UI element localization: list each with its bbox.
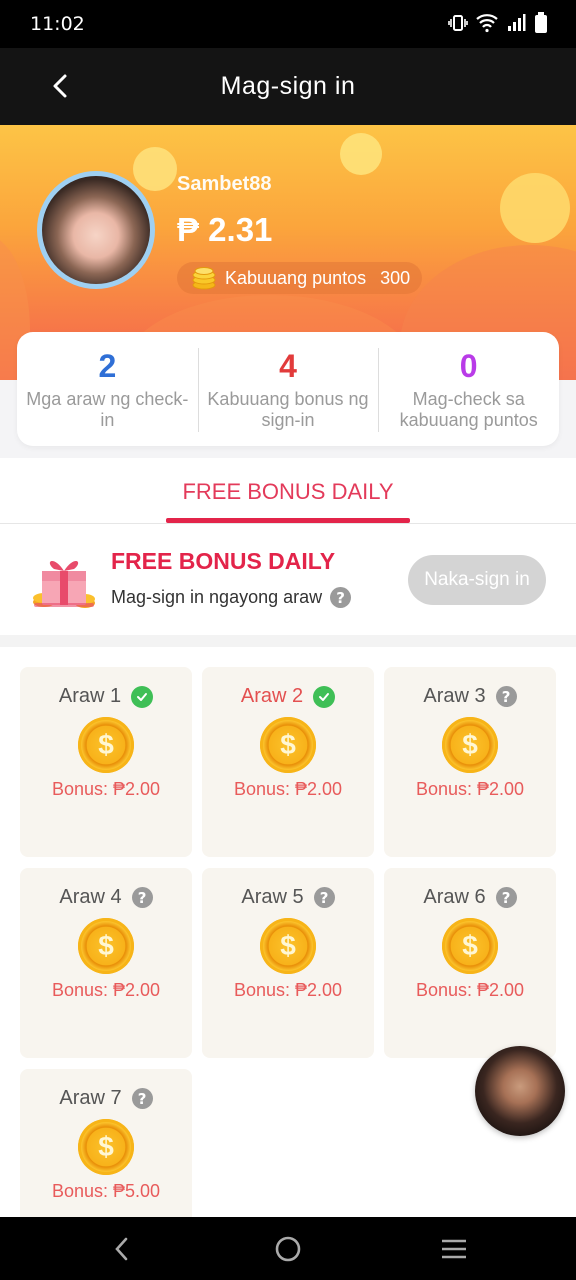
day-header: Araw 2 (202, 685, 374, 708)
day-card-2[interactable]: Araw 2 $ Bonus: ₱2.00 (202, 667, 374, 857)
day-card-4[interactable]: Araw 4 ? $ Bonus: ₱2.00 (20, 868, 192, 1058)
day-bonus: Bonus: ₱2.00 (51, 980, 161, 1000)
bonus-subtitle: Mag-sign in ngayong araw ? (111, 587, 352, 608)
days-grid: Araw 1 $ Bonus: ₱2.00 Araw 2 $ Bonus: ₱2… (0, 647, 576, 1259)
coin-icon: $ (442, 918, 498, 974)
tab-free-bonus-daily[interactable]: FREE BONUS DAILY (0, 479, 576, 505)
day-label: Araw 7 (59, 1087, 122, 1109)
points-value: 300 (380, 267, 411, 288)
day-header: Araw 5 ? (202, 886, 374, 909)
coins-stack-icon (192, 267, 216, 290)
help-icon[interactable]: ? (131, 887, 153, 908)
day-bonus: Bonus: ₱2.00 (415, 980, 525, 1000)
day-card-1[interactable]: Araw 1 $ Bonus: ₱2.00 (20, 667, 192, 857)
vibrate-icon (448, 15, 468, 31)
tab-indicator (166, 518, 410, 523)
stats-card: 2 Mga araw ng check-in 4 Kabuuang bonus … (17, 332, 559, 446)
status-time: 11:02 (30, 13, 85, 35)
nav-home-button[interactable] (270, 1231, 306, 1267)
decorative-circle (340, 133, 382, 175)
day-bonus: Bonus: ₱2.00 (233, 980, 343, 1000)
help-icon[interactable]: ? (313, 887, 335, 908)
points-badge: Kabuuang puntos 300 (177, 262, 423, 294)
coin-icon: $ (78, 717, 134, 773)
app-header: Mag-sign in (0, 48, 576, 125)
day-label: Araw 5 (241, 886, 304, 908)
bonus-subtitle-text: Mag-sign in ngayong araw (111, 587, 323, 607)
coin-icon: $ (260, 918, 316, 974)
check-icon (313, 685, 336, 708)
nav-back-button[interactable] (104, 1231, 140, 1267)
day-bonus: Bonus: ₱2.00 (415, 779, 525, 799)
help-icon[interactable]: ? (131, 1088, 153, 1109)
help-icon[interactable]: ? (495, 686, 517, 707)
stat-total-bonus: 4 Kabuuang bonus ng sign-in (197, 332, 379, 446)
stat-value: 2 (98, 348, 117, 384)
bonus-title: FREE BONUS DAILY (111, 548, 336, 574)
nav-menu-icon (442, 1239, 466, 1259)
signal-icon (508, 14, 526, 31)
wifi-icon (476, 14, 498, 33)
nav-back-icon (115, 1237, 128, 1261)
floating-support-avatar[interactable] (475, 1046, 565, 1136)
status-icons (448, 12, 548, 34)
status-bar: 11:02 (0, 0, 576, 48)
tab-bar: FREE BONUS DAILY (0, 458, 576, 524)
avatar-image (42, 176, 150, 284)
gift-icon (33, 560, 95, 608)
username: Sambet88 (177, 173, 272, 195)
day-label: Araw 3 (423, 685, 486, 707)
coin-icon: $ (442, 717, 498, 773)
day-bonus: Bonus: ₱5.00 (51, 1181, 161, 1201)
help-icon[interactable]: ? (495, 887, 517, 908)
nav-recents-button[interactable] (436, 1231, 472, 1267)
day-bonus: Bonus: ₱2.00 (51, 779, 161, 799)
stat-value: 4 (279, 348, 297, 384)
stat-value: 0 (459, 348, 478, 384)
points-label: Kabuuang puntos (225, 267, 367, 288)
coin-icon: $ (78, 1119, 134, 1175)
decorative-circle (500, 173, 570, 243)
avatar[interactable] (37, 171, 155, 289)
coin-icon: $ (260, 717, 316, 773)
stat-checkin-days: 2 Mga araw ng check-in (17, 332, 198, 446)
daily-bonus-row: FREE BONUS DAILY Mag-sign in ngayong ara… (0, 525, 576, 635)
day-header: Araw 4 ? (20, 886, 192, 909)
day-label: Araw 2 (240, 685, 304, 707)
day-card-6[interactable]: Araw 6 ? $ Bonus: ₱2.00 (384, 868, 556, 1058)
section-divider (0, 635, 576, 647)
battery-icon (535, 12, 547, 33)
stat-label: Kabuuang bonus ng sign-in (207, 389, 369, 430)
day-label: Araw 4 (59, 886, 122, 908)
day-header: Araw 1 (20, 685, 192, 708)
signed-in-button[interactable]: Naka-sign in (408, 555, 546, 605)
stat-total-points: 0 Mag-check sa kabuuang puntos (378, 332, 559, 446)
system-nav-bar (0, 1217, 576, 1280)
day-bonus: Bonus: ₱2.00 (233, 779, 343, 799)
day-header: Araw 3 ? (384, 685, 556, 708)
help-icon[interactable]: ? (330, 587, 352, 608)
stat-label: Mag-check sa kabuuang puntos (399, 389, 538, 430)
sign-in-page: 11:02 Mag-sign in Sambet88 ₱ 2.31 Kabuua… (0, 0, 576, 1280)
decorative-circle (133, 147, 177, 191)
coin-icon: $ (78, 918, 134, 974)
day-header: Araw 6 ? (384, 886, 556, 909)
stat-label: Mga araw ng check-in (26, 389, 189, 430)
day-label: Araw 6 (423, 886, 486, 908)
balance: ₱ 2.31 (177, 211, 273, 248)
day-label: Araw 1 (58, 685, 122, 707)
check-icon (131, 685, 154, 708)
page-title: Mag-sign in (220, 72, 356, 100)
day-card-5[interactable]: Araw 5 ? $ Bonus: ₱2.00 (202, 868, 374, 1058)
day-header: Araw 7 ? (20, 1087, 192, 1110)
day-card-3[interactable]: Araw 3 ? $ Bonus: ₱2.00 (384, 667, 556, 857)
nav-home-icon (275, 1236, 301, 1262)
